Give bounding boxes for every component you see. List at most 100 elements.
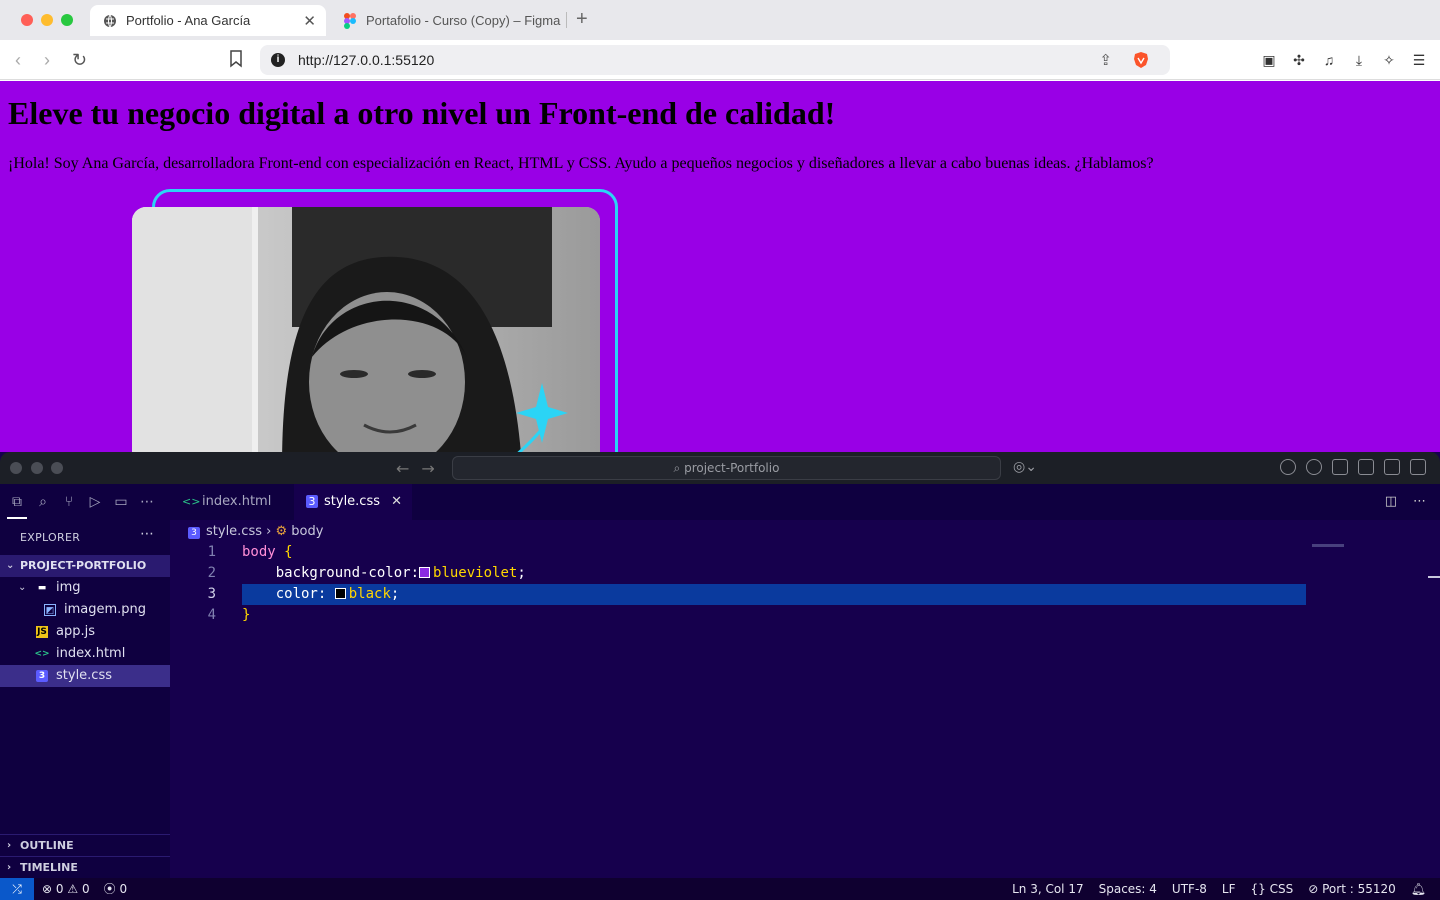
address-bar[interactable]: i http://127.0.0.1:55120 ⇪	[260, 45, 1170, 75]
picture-in-picture-icon[interactable]: ▣	[1260, 51, 1278, 69]
encoding[interactable]: UTF-8	[1172, 878, 1207, 900]
url-text[interactable]: http://127.0.0.1:55120	[298, 52, 434, 68]
breadcrumb-symbol[interactable]: body	[291, 524, 323, 539]
tree-file-imagem[interactable]: ◩ imagem.png	[0, 599, 170, 621]
browser-tabbar: Portfolio - Ana García ✕ Portafolio - Cu…	[0, 0, 1440, 40]
share-icon[interactable]: ⇪	[1099, 51, 1112, 69]
reload-icon[interactable]: ↻	[72, 50, 87, 70]
vscode-window: ←→ ⌕ project-Portfolio ◎⌄ ⧉ ⌕ ⑂ ▷ ▭ ⋯ EX…	[0, 452, 1440, 900]
editor-tabs: <> index.html 3 style.css ✕ ◫ ⋯	[170, 484, 1440, 520]
remote-indicator-icon[interactable]: ⤮	[0, 878, 34, 900]
explorer-more-icon[interactable]: ⋯	[140, 526, 154, 542]
command-center-search[interactable]: ⌕ project-Portfolio	[452, 456, 1001, 480]
code-line: 4 }	[170, 605, 1306, 626]
live-server-port[interactable]: ⊘ Port : 55120	[1308, 878, 1396, 900]
ports-count: 0	[119, 882, 128, 896]
settings-gear-icon[interactable]	[1306, 459, 1322, 475]
toggle-panel-icon[interactable]	[1384, 459, 1400, 475]
breadcrumb-file[interactable]: style.css	[206, 524, 262, 539]
leo-ai-icon[interactable]: ✧	[1380, 51, 1398, 69]
browser-window: Portfolio - Ana García ✕ Portafolio - Cu…	[0, 0, 1440, 452]
copilot-icon[interactable]: ◎⌄	[1013, 459, 1037, 475]
tree-folder-img[interactable]: ⌄ ▬ img	[0, 577, 170, 599]
bookmark-icon[interactable]	[229, 50, 245, 70]
line-number: 3	[207, 586, 216, 602]
search-label: project-Portfolio	[684, 461, 780, 475]
close-tab-icon[interactable]: ✕	[391, 484, 402, 520]
account-icon[interactable]	[1280, 459, 1296, 475]
search-icon: ⌕	[673, 461, 685, 475]
close-tab-icon[interactable]: ✕	[303, 12, 316, 30]
browser-tab-portfolio[interactable]: Portfolio - Ana García ✕	[90, 5, 326, 36]
outline-section[interactable]: › OUTLINE	[0, 834, 170, 856]
new-tab-icon[interactable]: +	[576, 9, 588, 29]
code-line: 1 body {	[170, 542, 1306, 563]
symbol-icon: ⚙	[275, 524, 288, 539]
project-folder-header[interactable]: ⌄ PROJECT-PORTFOLIO	[0, 555, 170, 577]
css-semicolon: ;	[517, 565, 526, 581]
browser-tab-label: Portfolio - Ana García	[126, 13, 251, 28]
download-icon[interactable]: ⤓	[1350, 51, 1368, 69]
toggle-sidebar-icon[interactable]	[1358, 459, 1374, 475]
zoom-window-button[interactable]	[61, 14, 73, 26]
tree-file-style-css[interactable]: 3 style.css	[0, 665, 170, 687]
js-file-icon: JS	[36, 626, 48, 638]
timeline-section[interactable]: › TIMELINE	[0, 856, 170, 878]
problems-indicator[interactable]: ⊗ 0 ⚠ 0	[42, 878, 90, 900]
braces-icon: {}	[1250, 882, 1266, 896]
forward-icon[interactable]: ›	[44, 50, 50, 70]
more-actions-icon[interactable]: ⋯	[1413, 494, 1426, 509]
zoom-window-button[interactable]	[51, 462, 63, 474]
navigation-arrows-icon[interactable]: ←→	[396, 459, 447, 478]
css-file-icon: 3	[188, 527, 200, 539]
cursor-position[interactable]: Ln 3, Col 17	[1012, 878, 1084, 900]
toggle-secondary-sidebar-icon[interactable]	[1410, 459, 1426, 475]
ports-indicator[interactable]: ⦿ 0	[104, 878, 127, 900]
code-editor[interactable]: 1 body { 2 background-color: blueviolet; …	[170, 542, 1440, 878]
end-of-line[interactable]: LF	[1222, 878, 1236, 900]
customize-layout-icon[interactable]	[1332, 459, 1348, 475]
folder-icon: ▬	[37, 583, 47, 593]
page-title: Eleve tu negocio digital a otro nivel un…	[8, 95, 836, 131]
page-intro-text: ¡Hola! Soy Ana García, desarrolladora Fr…	[8, 155, 1154, 172]
chevron-down-icon: ⌄	[18, 582, 27, 593]
language-mode[interactable]: {} CSS	[1251, 878, 1294, 900]
browser-tab-figma[interactable]: Portafolio - Curso (Copy) – Figma	[332, 5, 564, 36]
tree-file-index-html[interactable]: <> index.html	[0, 643, 170, 665]
close-window-button[interactable]	[10, 462, 22, 474]
editor-actions: ◫ ⋯	[1385, 494, 1426, 509]
explorer-icon[interactable]: ⧉	[9, 494, 25, 510]
more-views-icon[interactable]: ⋯	[139, 494, 155, 510]
warning-icon: ⚠	[67, 882, 79, 896]
extensions-icon[interactable]: ✣	[1290, 51, 1308, 69]
notifications-bell-icon[interactable]: 🔔︎	[1411, 878, 1426, 900]
css-semicolon: ;	[390, 586, 400, 602]
css-value: blueviolet	[433, 565, 518, 581]
tree-file-app-js[interactable]: JS app.js	[0, 621, 170, 643]
back-icon[interactable]: ‹	[15, 50, 21, 70]
run-debug-icon[interactable]: ▷	[87, 494, 103, 510]
error-icon: ⊗	[42, 882, 53, 896]
indentation[interactable]: Spaces: 4	[1099, 878, 1157, 900]
project-name: PROJECT-PORTFOLIO	[20, 559, 147, 572]
editor-tab-index-html[interactable]: <> index.html	[170, 484, 294, 520]
minimize-window-button[interactable]	[31, 462, 43, 474]
brave-shield-icon[interactable]	[1132, 51, 1150, 69]
split-editor-icon[interactable]: ◫	[1385, 494, 1397, 509]
color-swatch-icon[interactable]	[419, 567, 431, 578]
minimize-window-button[interactable]	[41, 14, 53, 26]
line-number: 1	[207, 544, 216, 560]
search-icon[interactable]: ⌕	[35, 494, 51, 510]
editor-tab-style-css[interactable]: 3 style.css ✕	[294, 484, 412, 520]
media-icon[interactable]: ♫	[1320, 51, 1338, 69]
remote-explorer-icon[interactable]: ▭	[113, 494, 129, 510]
activity-bar: ⧉ ⌕ ⑂ ▷ ▭ ⋯	[0, 484, 170, 520]
close-window-button[interactable]	[21, 14, 33, 26]
menu-icon[interactable]: ☰	[1410, 51, 1428, 69]
color-swatch-icon[interactable]	[334, 588, 346, 599]
css-file-icon: 3	[306, 495, 318, 508]
minimap[interactable]	[1312, 544, 1344, 547]
site-info-icon[interactable]: i	[271, 53, 285, 67]
html-file-icon: <>	[34, 649, 50, 659]
source-control-icon[interactable]: ⑂	[61, 494, 77, 510]
